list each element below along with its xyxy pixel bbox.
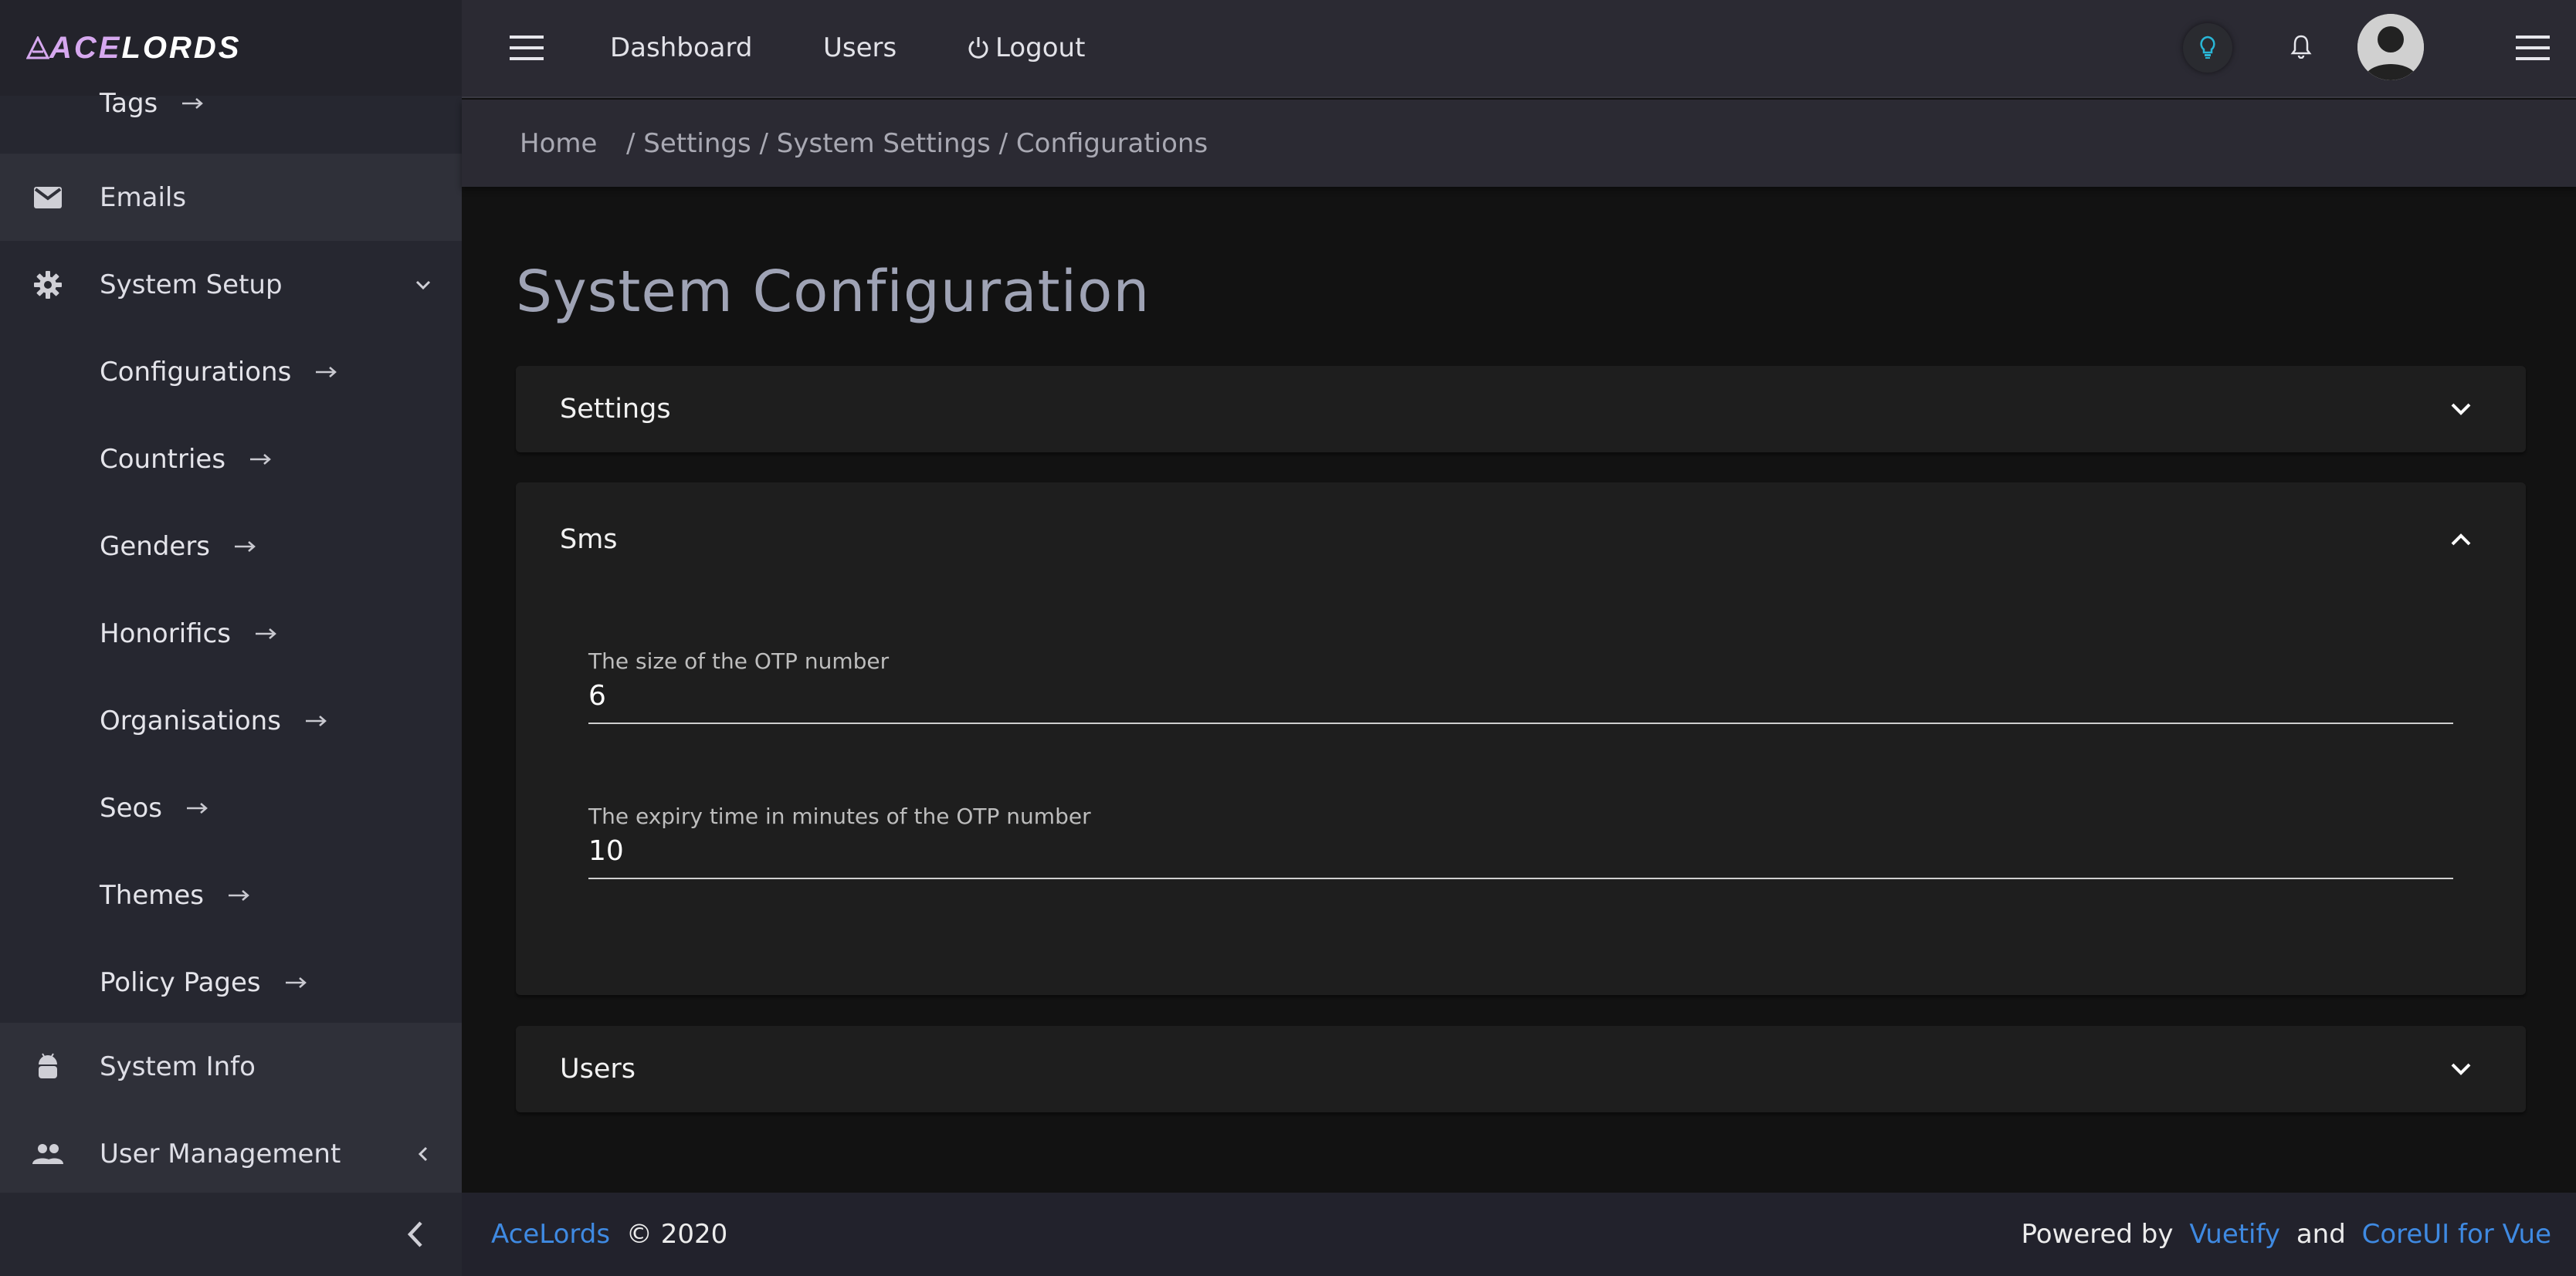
chevron-left-icon (412, 1143, 434, 1165)
panel-sms-header[interactable]: Sms (516, 482, 2526, 597)
footer-and: and (2296, 1219, 2346, 1250)
notifications-button[interactable] (2286, 31, 2317, 62)
sidebar-item-label: Configurations (100, 356, 292, 388)
sidebar-item-genders[interactable]: Genders (0, 503, 462, 590)
arrow-right-icon (229, 889, 249, 901)
users-icon (31, 1137, 65, 1171)
sidebar-item-themes[interactable]: Themes (0, 851, 462, 939)
brand-name: ACELORDS (49, 30, 242, 65)
power-icon (968, 37, 988, 59)
sidebar-item-label: User Management (100, 1138, 341, 1169)
breadcrumb-path: / Settings / System Settings / Configura… (626, 127, 1208, 159)
menu-icon (2516, 36, 2550, 60)
collapse-sidebar-button[interactable] (398, 1217, 432, 1251)
sidebar-item-label: Themes (100, 879, 204, 911)
footer-powered-by: Powered by (2021, 1219, 2174, 1250)
chevron-down-icon (2446, 394, 2476, 425)
sidebar-item-label: Organisations (100, 705, 281, 736)
arrow-right-icon (305, 715, 327, 726)
otp-size-label: The size of the OTP number (588, 648, 890, 674)
aside-menu-toggle-button[interactable] (2516, 31, 2550, 65)
arrow-right-icon (187, 802, 208, 814)
sidebar-item-system-info[interactable]: System Info (0, 1023, 462, 1110)
footer-left: AceLords © 2020 (491, 1219, 727, 1250)
sidebar-item-label: Seos (100, 792, 163, 824)
coreui-link[interactable]: CoreUI for Vue (2362, 1219, 2551, 1250)
sidebar-item-label: Tags (100, 88, 158, 119)
chevron-down-icon (412, 274, 434, 296)
sidebar-item-user-management[interactable]: User Management (0, 1110, 462, 1197)
menu-icon (510, 36, 544, 60)
sidebar-item-label: Honorifics (100, 618, 231, 649)
user-avatar[interactable] (2357, 14, 2424, 80)
sidebar-item-countries[interactable]: Countries (0, 415, 462, 503)
arrow-right-icon (316, 366, 337, 377)
sidebar-item-emails[interactable]: Emails (0, 154, 462, 241)
sidebar-item-label: System Setup (100, 269, 283, 300)
sidebar-item-organisations[interactable]: Organisations (0, 677, 462, 764)
breadcrumb-home-link[interactable]: Home (520, 128, 597, 159)
sidebar-item-label: Emails (100, 181, 187, 213)
sidebar-item-honorifics[interactable]: Honorifics (0, 590, 462, 677)
top-header: Dashboard Users Logout (462, 0, 2576, 98)
otp-size-input[interactable] (588, 674, 2453, 723)
android-icon (31, 1050, 65, 1084)
panel-sms: Sms The size of the OTP number The expir… (516, 482, 2526, 995)
sidebar-item-tags[interactable]: Tags (0, 67, 462, 154)
vuetify-link[interactable]: Vuetify (2189, 1219, 2280, 1250)
chevron-down-icon (2446, 1054, 2476, 1085)
panel-title: Settings (560, 394, 671, 425)
chevron-left-icon (407, 1221, 422, 1247)
otp-size-field: The size of the OTP number (588, 648, 2453, 724)
sidebar-item-seos[interactable]: Seos (0, 764, 462, 851)
lightbulb-icon (2200, 36, 2215, 59)
panel-title: Sms (560, 524, 618, 555)
sidebar-item-label: Countries (100, 443, 226, 475)
sidebar-item-configurations[interactable]: Configurations (0, 328, 462, 415)
gear-icon (31, 268, 65, 302)
page-title: System Configuration (516, 259, 1151, 325)
footer-copyright: © 2020 (625, 1219, 728, 1250)
nav-users-link[interactable]: Users (823, 0, 897, 96)
panel-users-header[interactable]: Users (516, 1026, 2526, 1112)
logout-label: Logout (995, 32, 1086, 63)
footer-brand-link[interactable]: AceLords (491, 1219, 610, 1250)
otp-expiry-input[interactable] (588, 829, 2453, 878)
sidebar-toggle-button[interactable] (510, 31, 544, 65)
sidebar-item-label: System Info (100, 1051, 256, 1082)
otp-expiry-field: The expiry time in minutes of the OTP nu… (588, 804, 2453, 879)
nav-dashboard-link[interactable]: Dashboard (610, 0, 752, 96)
panel-users: Users (516, 1026, 2526, 1112)
panel-settings-header[interactable]: Settings (516, 366, 2526, 452)
sidebar-footer (0, 1193, 462, 1276)
sidebar-item-label: Policy Pages (100, 966, 261, 998)
sidebar: ACELORDS Tags Emails System Setup Config… (0, 0, 462, 1276)
footer-right: Powered by Vuetify and CoreUI for Vue (2021, 1219, 2551, 1250)
user-silhouette-icon (2357, 14, 2424, 80)
panel-settings: Settings (516, 366, 2526, 452)
nav-logout-link[interactable]: Logout (968, 0, 1085, 96)
panel-title: Users (560, 1054, 636, 1085)
email-icon (31, 181, 65, 215)
logo-icon (26, 36, 49, 59)
breadcrumb: Home / Settings / System Settings / Conf… (462, 100, 2576, 187)
theme-toggle-button[interactable] (2183, 23, 2232, 73)
chevron-up-icon (2446, 524, 2476, 555)
app: ACELORDS Tags Emails System Setup Config… (0, 0, 2576, 1276)
arrow-right-icon (182, 98, 204, 109)
sidebar-item-label: Genders (100, 530, 211, 562)
arrow-right-icon (285, 976, 307, 988)
bell-icon (2290, 35, 2312, 59)
footer: AceLords © 2020 Powered by Vuetify and C… (462, 1193, 2576, 1276)
arrow-right-icon (250, 453, 271, 465)
otp-expiry-label: The expiry time in minutes of the OTP nu… (588, 804, 1091, 829)
arrow-right-icon (255, 628, 276, 639)
sidebar-item-policy-pages[interactable]: Policy Pages (0, 939, 462, 1026)
arrow-right-icon (235, 540, 256, 552)
sidebar-item-system-setup[interactable]: System Setup (0, 241, 462, 328)
